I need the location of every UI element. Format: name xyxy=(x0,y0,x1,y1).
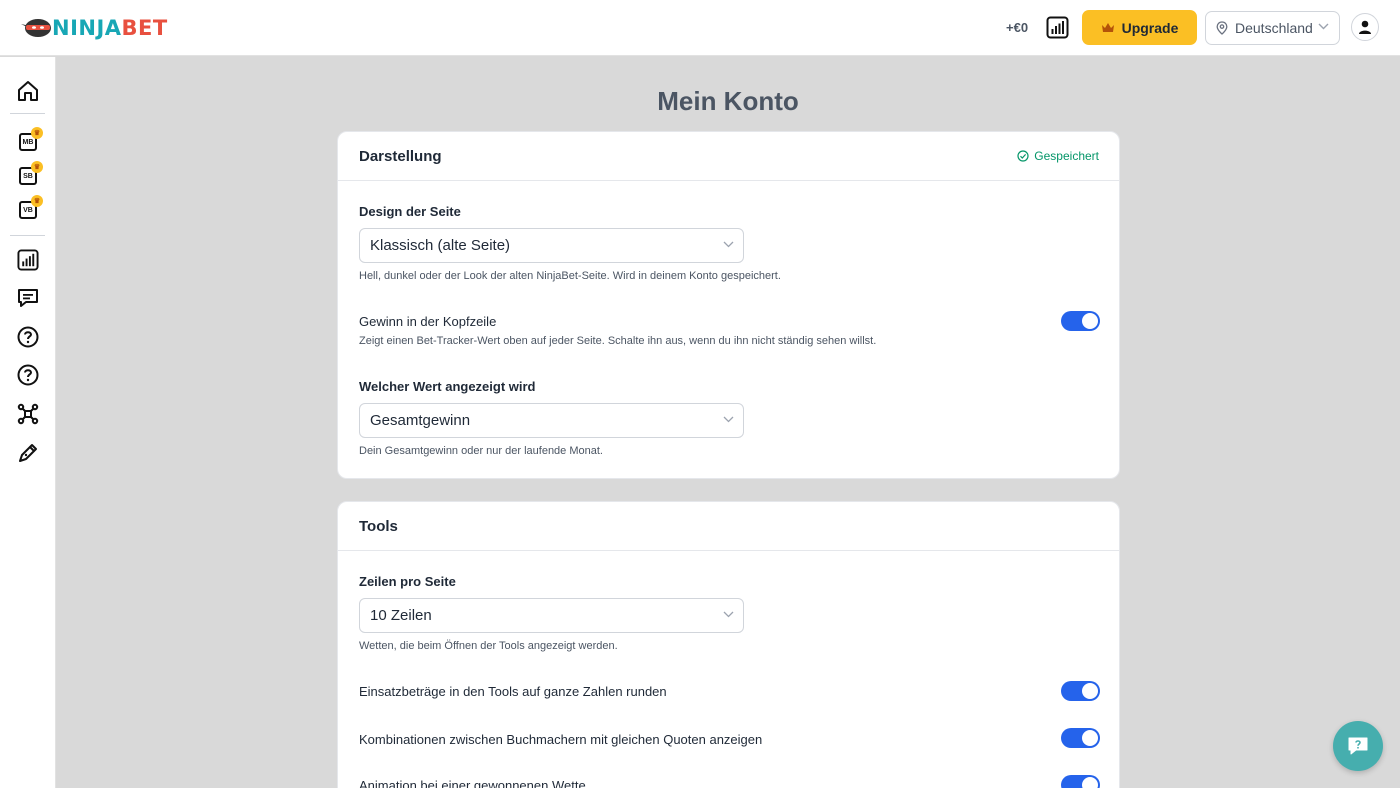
sidebar: MB ♛ SB ♛ VB ♛ xyxy=(0,57,56,788)
sidebar-item-faq[interactable] xyxy=(16,363,40,387)
page-title: Mein Konto xyxy=(657,86,799,116)
toggle-knob xyxy=(1082,777,1098,788)
sidebar-item-chat[interactable] xyxy=(16,286,40,310)
matched-betting-icon: MB ♛ xyxy=(19,127,43,151)
network-icon xyxy=(17,403,39,425)
saved-label: Gespeichert xyxy=(1034,149,1099,163)
toggle-knob xyxy=(1082,683,1098,699)
valuebet-icon: VB ♛ xyxy=(19,195,43,219)
ninja-logo-icon xyxy=(21,19,51,37)
rows-select[interactable]: 10 Zeilen xyxy=(359,598,744,633)
chevron-down-icon xyxy=(723,241,734,248)
design-hint: Hell, dunkel oder der Look der alten Nin… xyxy=(359,270,781,282)
help-chat-icon xyxy=(1348,737,1368,755)
darstellung-card-header: Darstellung Gespeichert xyxy=(338,132,1119,181)
sidebar-item-sb[interactable]: SB ♛ xyxy=(16,161,43,188)
sidebar-item-edit[interactable] xyxy=(16,441,40,465)
logo-text-bet: BET xyxy=(121,16,168,40)
logo-text-ninja: NINJA xyxy=(52,16,122,40)
darstellung-card: Darstellung Gespeichert Design der Seite… xyxy=(337,131,1120,479)
rows-hint: Wetten, die beim Öffnen der Tools angeze… xyxy=(359,640,618,652)
sidebar-item-help[interactable] xyxy=(16,325,40,349)
premium-crown-icon: ♛ xyxy=(31,161,43,173)
saved-status: Gespeichert xyxy=(1017,149,1099,163)
tools-card-header: Tools xyxy=(338,502,1119,551)
chevron-down-icon xyxy=(1318,23,1329,30)
design-label: Design der Seite xyxy=(359,204,461,219)
pen-icon xyxy=(19,444,37,462)
value-label: Welcher Wert angezeigt wird xyxy=(359,379,536,394)
premium-crown-icon: ♛ xyxy=(31,127,43,139)
sidebar-item-mb[interactable]: MB ♛ xyxy=(16,127,43,154)
surebet-icon: SB ♛ xyxy=(19,161,43,185)
design-select[interactable]: Klassisch (alte Seite) xyxy=(359,228,744,263)
darstellung-title: Darstellung xyxy=(359,148,442,165)
animation-toggle[interactable] xyxy=(1061,775,1100,788)
bar-chart-icon xyxy=(17,249,39,271)
sidebar-divider xyxy=(10,235,45,236)
combos-label: Kombinationen zwischen Buchmachern mit g… xyxy=(359,732,763,747)
design-select-value: Klassisch (alte Seite) xyxy=(370,237,511,254)
check-circle-icon xyxy=(1017,150,1029,162)
rows-select-value: 10 Zeilen xyxy=(370,607,432,624)
toggle-knob xyxy=(1082,730,1098,746)
combos-toggle[interactable] xyxy=(1061,728,1100,748)
location-pin-icon xyxy=(1216,21,1228,35)
value-select-value: Gesamtgewinn xyxy=(370,412,471,429)
sidebar-vb-text: VB xyxy=(23,206,33,214)
round-label: Einsatzbeträge in den Tools auf ganze Za… xyxy=(359,684,667,699)
animation-label: Animation bei einer gewonnenen Wette xyxy=(359,778,586,788)
gain-header-label: Gewinn in der Kopfzeile xyxy=(359,314,497,329)
tools-card: Tools Zeilen pro Seite 10 Zeilen Wetten,… xyxy=(337,501,1120,788)
upgrade-label: Upgrade xyxy=(1121,19,1179,36)
rows-label: Zeilen pro Seite xyxy=(359,574,456,589)
bar-chart-icon xyxy=(1046,16,1069,39)
top-bar: NINJABET +€0 Upgrade Deutschland xyxy=(0,0,1400,56)
sidebar-item-home[interactable] xyxy=(16,79,40,103)
home-icon xyxy=(18,81,38,101)
gain-header-toggle[interactable] xyxy=(1061,311,1100,331)
sidebar-item-vb[interactable]: VB ♛ xyxy=(16,195,43,222)
header-gain-value[interactable]: +€0 xyxy=(1006,20,1028,35)
chevron-down-icon xyxy=(723,416,734,423)
upgrade-button[interactable]: Upgrade xyxy=(1082,10,1197,45)
toggle-knob xyxy=(1082,313,1098,329)
user-avatar-button[interactable] xyxy=(1351,13,1379,41)
stats-button[interactable] xyxy=(1046,16,1069,39)
chat-icon xyxy=(18,289,38,307)
value-select[interactable]: Gesamtgewinn xyxy=(359,403,744,438)
sidebar-item-stats[interactable] xyxy=(16,248,40,272)
gain-header-hint: Zeigt einen Bet-Tracker-Wert oben auf je… xyxy=(359,335,877,347)
help-icon xyxy=(17,364,39,386)
sidebar-item-network[interactable] xyxy=(16,402,40,426)
country-label: Deutschland xyxy=(1235,20,1313,36)
tools-title: Tools xyxy=(359,518,398,535)
sidebar-mb-text: MB xyxy=(22,138,34,146)
user-icon xyxy=(1359,20,1371,34)
round-toggle[interactable] xyxy=(1061,681,1100,701)
help-chat-button[interactable] xyxy=(1333,721,1383,771)
premium-crown-icon: ♛ xyxy=(31,195,43,207)
chevron-down-icon xyxy=(723,611,734,618)
value-hint: Dein Gesamtgewinn oder nur der laufende … xyxy=(359,445,603,457)
crown-icon xyxy=(1101,23,1114,32)
help-icon xyxy=(17,326,39,348)
country-select[interactable]: Deutschland xyxy=(1205,11,1340,45)
sidebar-divider xyxy=(10,113,45,114)
ninjabet-logo[interactable]: NINJABET xyxy=(20,14,168,42)
sidebar-sb-text: SB xyxy=(23,172,33,180)
